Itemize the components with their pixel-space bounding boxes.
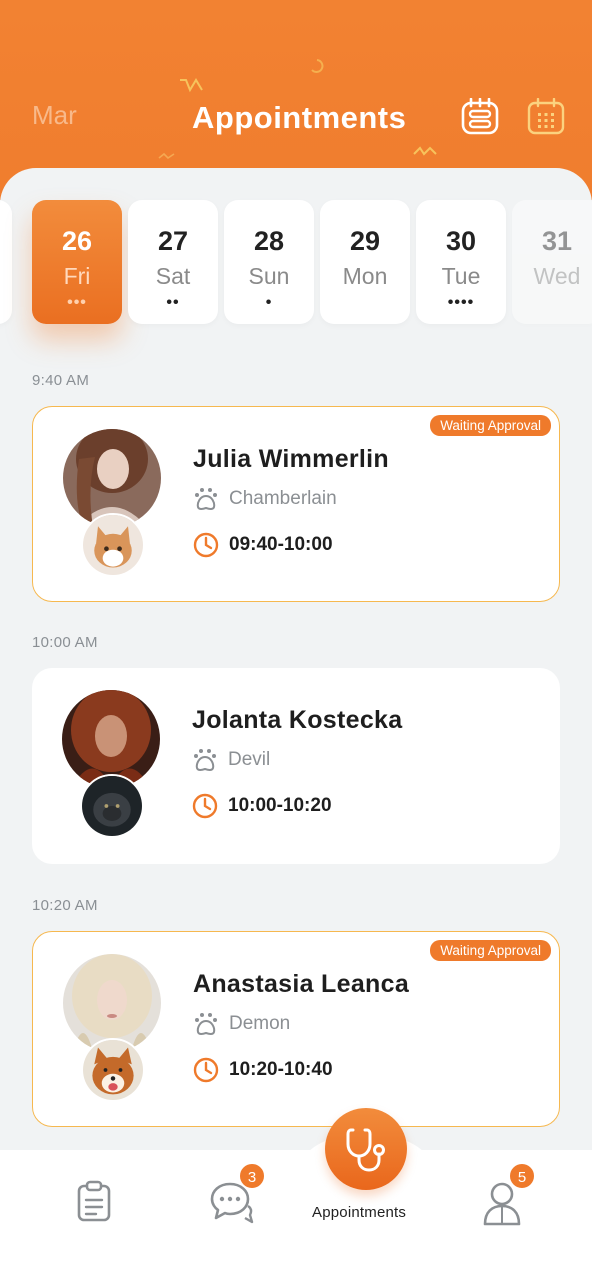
tab-appointments-label[interactable]: Appointments	[312, 1204, 406, 1221]
date-weekday: Tue	[441, 263, 481, 289]
date-weekday: Fri	[63, 263, 91, 289]
date-number: 27	[157, 226, 189, 256]
clock-icon	[192, 793, 218, 819]
profile-count-badge: 5	[508, 1162, 536, 1190]
date-29[interactable]: 29 Mon	[320, 200, 410, 324]
pet-name: Demon	[229, 1013, 291, 1034]
time-info: 09:40-10:00	[193, 532, 333, 558]
pet-info: Devil	[192, 748, 270, 772]
time-info: 10:20-10:40	[193, 1057, 333, 1083]
time-range: 09:40-10:00	[229, 534, 333, 555]
date-weekday: Sat	[155, 263, 191, 289]
date-previous[interactable]	[0, 200, 12, 324]
clock-icon	[193, 532, 219, 558]
date-27[interactable]: 27 Sat ••	[128, 200, 218, 324]
decoration-icon	[180, 78, 203, 93]
stethoscope-icon	[346, 1128, 385, 1172]
date-number: 28	[253, 226, 285, 256]
decoration-icon	[311, 59, 324, 73]
page-title: Appointments	[192, 100, 407, 135]
time-range: 10:20-10:40	[229, 1059, 333, 1080]
date-30[interactable]: 30 Tue ••••	[416, 200, 506, 324]
appointment-card[interactable]: Waiting Approval Anastasia Leanca Demon …	[32, 931, 560, 1127]
list-icon[interactable]	[461, 98, 499, 136]
clipboard-icon[interactable]	[76, 1180, 112, 1222]
pet-avatar	[81, 1038, 145, 1102]
date-number: 31	[541, 226, 573, 256]
month-label[interactable]: Mar	[32, 100, 77, 131]
messages-count-badge: 3	[238, 1162, 266, 1190]
date-weekday: Wed	[533, 263, 581, 289]
pet-avatar	[81, 513, 145, 577]
time-info: 10:00-10:20	[192, 793, 332, 819]
time-label: 10:20 AM	[32, 897, 98, 914]
owner-name: Jolanta Kostecka	[192, 706, 403, 734]
date-number: 26	[61, 226, 93, 256]
pet-info: Chamberlain	[193, 487, 337, 511]
paw-icon	[195, 488, 217, 510]
owner-name: Anastasia Leanca	[193, 970, 410, 998]
paw-icon	[195, 1013, 217, 1035]
appointment-dots: •••	[67, 294, 87, 311]
time-label: 10:00 AM	[32, 634, 98, 651]
clock-icon	[193, 1057, 219, 1083]
paw-icon	[194, 749, 216, 771]
status-badge: Waiting Approval	[430, 940, 551, 961]
date-26[interactable]: 26 Fri •••	[32, 200, 122, 324]
pet-info: Demon	[193, 1012, 290, 1036]
bottom-nav: 3 5	[0, 1134, 592, 1282]
appointment-dots: ••••	[447, 294, 475, 311]
decoration-icon	[158, 152, 175, 160]
appointment-dots: •	[265, 294, 273, 311]
appointments-sheet: 26 Fri ••• 27 Sat •• 28 Sun • 29 Mon 30 …	[0, 168, 592, 1168]
time-range: 10:00-10:20	[228, 795, 332, 816]
date-number: 30	[445, 226, 477, 256]
pet-avatar	[80, 774, 144, 838]
date-31[interactable]: 31 Wed	[512, 200, 592, 324]
decoration-icon	[413, 146, 437, 156]
date-28[interactable]: 28 Sun •	[224, 200, 314, 324]
pet-name: Devil	[228, 749, 271, 770]
owner-name: Julia Wimmerlin	[193, 445, 389, 473]
appointment-card[interactable]: Waiting Approval Julia Wimmerlin Chamber…	[32, 406, 560, 602]
date-weekday: Sun	[248, 263, 290, 289]
time-label: 9:40 AM	[32, 372, 90, 389]
calendar-icon[interactable]	[527, 98, 565, 136]
status-badge: Waiting Approval	[430, 415, 551, 436]
appointment-dots: ••	[166, 294, 180, 311]
appointment-card[interactable]: Jolanta Kostecka Devil 10:00-10:20	[32, 668, 560, 864]
date-weekday: Mon	[342, 263, 388, 289]
pet-name: Chamberlain	[229, 488, 337, 509]
date-number: 29	[349, 226, 381, 256]
appointments-tab-button[interactable]	[325, 1108, 407, 1190]
